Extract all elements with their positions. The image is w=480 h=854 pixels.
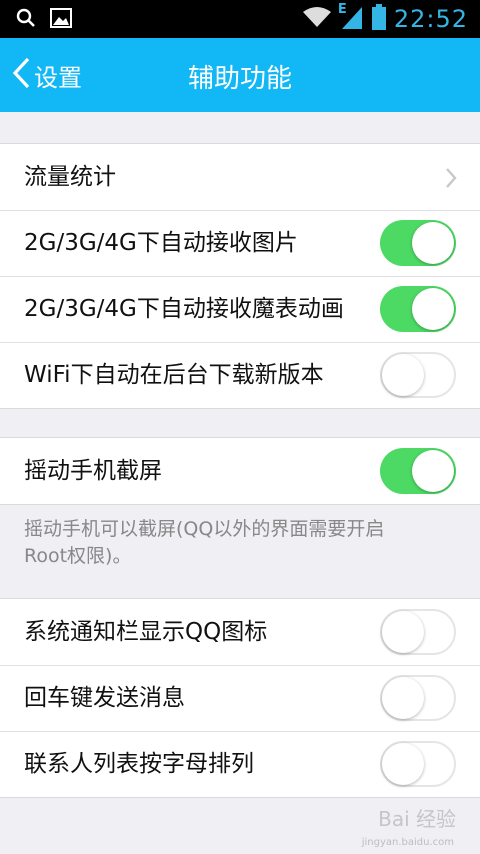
toggle-knob <box>412 222 454 264</box>
setting-row-traffic-stats[interactable]: 流量统计 <box>0 144 480 210</box>
battery-icon <box>371 4 386 34</box>
settings-group-shake: 摇动手机截屏 <box>0 437 480 505</box>
setting-label: WiFi下自动在后台下载新版本 <box>24 362 324 388</box>
nav-bar: 设置 辅助功能 <box>0 38 480 112</box>
settings-group-misc: 系统通知栏显示QQ图标 回车键发送消息 联系人列表按字母排列 <box>0 598 480 798</box>
setting-row-auto-receive-images: 2G/3G/4G下自动接收图片 <box>0 210 480 276</box>
toggle-knob <box>412 288 454 330</box>
toggle-knob <box>412 450 454 492</box>
setting-label: 系统通知栏显示QQ图标 <box>24 619 268 645</box>
alphabetical-contacts-toggle[interactable] <box>380 741 456 787</box>
shake-screenshot-toggle[interactable] <box>380 448 456 494</box>
setting-row-notification-icon: 系统通知栏显示QQ图标 <box>0 599 480 665</box>
clock: 22:52 <box>393 5 468 33</box>
toggle-knob <box>382 354 424 396</box>
signal-icon: E <box>337 2 364 34</box>
setting-label: 2G/3G/4G下自动接收魔表动画 <box>24 296 344 322</box>
toggle-knob <box>382 743 424 785</box>
auto-receive-animations-toggle[interactable] <box>380 286 456 332</box>
chevron-right-icon <box>444 166 458 194</box>
setting-row-wifi-auto-update: WiFi下自动在后台下载新版本 <box>0 342 480 408</box>
image-icon <box>50 8 72 32</box>
wifi-icon <box>302 6 332 32</box>
notification-icon-toggle[interactable] <box>380 609 456 655</box>
setting-label: 流量统计 <box>24 164 116 190</box>
shake-screenshot-note: 摇动手机可以截屏(QQ以外的界面需要开启Root权限)。 <box>24 518 385 567</box>
settings-group-general: 流量统计 2G/3G/4G下自动接收图片 2G/3G/4G下自动接收魔表动画 W… <box>0 143 480 409</box>
status-bar: E 22:52 <box>0 0 480 38</box>
wifi-auto-update-toggle[interactable] <box>380 352 456 398</box>
toggle-knob <box>382 677 424 719</box>
setting-row-alphabetical-contacts: 联系人列表按字母排列 <box>0 731 480 797</box>
setting-row-auto-receive-animations: 2G/3G/4G下自动接收魔表动画 <box>0 276 480 342</box>
page-title: 辅助功能 <box>187 64 292 94</box>
setting-label: 回车键发送消息 <box>24 685 185 711</box>
watermark-url: jingyan.baidu.com <box>361 837 454 848</box>
setting-row-enter-to-send: 回车键发送消息 <box>0 665 480 731</box>
setting-row-shake-screenshot: 摇动手机截屏 <box>0 438 480 504</box>
search-icon <box>16 8 36 32</box>
enter-to-send-toggle[interactable] <box>380 675 456 721</box>
toggle-knob <box>382 611 424 653</box>
watermark: Bai 经验 <box>378 807 456 831</box>
setting-label: 2G/3G/4G下自动接收图片 <box>24 230 298 256</box>
setting-label: 联系人列表按字母排列 <box>24 751 254 777</box>
auto-receive-images-toggle[interactable] <box>380 220 456 266</box>
setting-label: 摇动手机截屏 <box>24 458 162 484</box>
network-type-label: E <box>337 2 347 17</box>
